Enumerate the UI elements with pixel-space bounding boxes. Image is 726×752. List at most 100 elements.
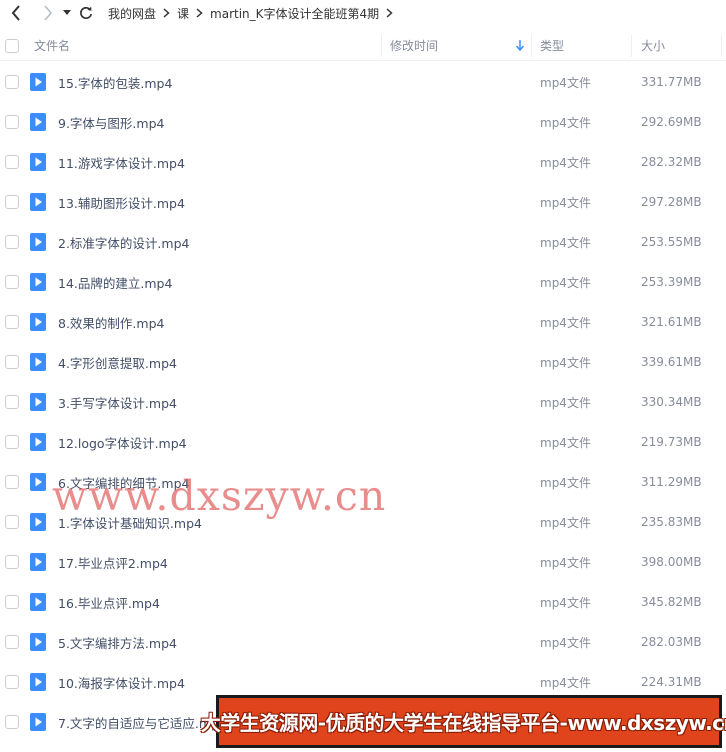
file-type: mp4文件	[540, 675, 591, 690]
chevron-right-icon[interactable]	[386, 8, 393, 18]
video-file-icon	[30, 233, 46, 251]
breadcrumb-item-course[interactable]: 课	[177, 5, 189, 22]
video-file-icon	[30, 473, 46, 491]
column-size-header[interactable]: 大小	[641, 37, 665, 54]
breadcrumb-item-current-folder[interactable]: martin_K字体设计全能班第4期	[210, 5, 379, 22]
file-name[interactable]: 16.毕业点评.mp4	[58, 593, 160, 612]
file-type: mp4文件	[540, 75, 591, 90]
file-checkbox[interactable]	[5, 715, 19, 729]
file-name[interactable]: 11.游戏字体设计.mp4	[58, 153, 185, 172]
video-file-icon	[30, 393, 46, 411]
back-button[interactable]	[6, 3, 26, 23]
file-checkbox[interactable]	[5, 395, 19, 409]
video-file-icon	[30, 313, 46, 331]
toolbar: 我的网盘 课 martin_K字体设计全能班第4期	[0, 0, 726, 26]
file-checkbox[interactable]	[5, 355, 19, 369]
column-divider[interactable]	[531, 35, 532, 57]
file-name[interactable]: 15.字体的包装.mp4	[58, 73, 172, 92]
file-type: mp4文件	[540, 355, 591, 370]
file-name[interactable]: 10.海报字体设计.mp4	[58, 673, 185, 692]
video-file-icon	[30, 513, 46, 531]
file-row[interactable]: 1.字体设计基础知识.mp4 mp4文件 235.83MB	[0, 502, 726, 542]
file-checkbox[interactable]	[5, 595, 19, 609]
file-name[interactable]: 2.标准字体的设计.mp4	[58, 233, 189, 252]
column-type-header[interactable]: 类型	[540, 37, 564, 54]
file-name[interactable]: 5.文字编排方法.mp4	[58, 633, 177, 652]
file-row[interactable]: 14.品牌的建立.mp4 mp4文件 253.39MB	[0, 262, 726, 302]
file-name[interactable]: 6.文字编排的细节.mp4	[58, 473, 189, 492]
refresh-button[interactable]	[76, 3, 96, 23]
file-checkbox[interactable]	[5, 555, 19, 569]
file-checkbox[interactable]	[5, 155, 19, 169]
file-row[interactable]: 13.辅助图形设计.mp4 mp4文件 297.28MB	[0, 182, 726, 222]
breadcrumb-item-my-drive[interactable]: 我的网盘	[108, 5, 156, 22]
video-file-icon	[30, 553, 46, 571]
file-type: mp4文件	[540, 315, 591, 330]
file-row[interactable]: 3.手写字体设计.mp4 mp4文件 330.34MB	[0, 382, 726, 422]
file-type: mp4文件	[540, 515, 591, 530]
video-file-icon	[30, 673, 46, 691]
sort-down-icon[interactable]	[516, 40, 524, 51]
file-checkbox[interactable]	[5, 515, 19, 529]
history-dropdown-button[interactable]	[60, 3, 74, 23]
video-file-icon	[30, 353, 46, 371]
file-name[interactable]: 12.logo字体设计.mp4	[58, 433, 187, 452]
file-name[interactable]: 17.毕业点评2.mp4	[58, 553, 168, 572]
file-checkbox[interactable]	[5, 475, 19, 489]
chevron-right-icon	[163, 8, 170, 18]
file-checkbox[interactable]	[5, 195, 19, 209]
file-row[interactable]: 8.效果的制作.mp4 mp4文件 321.61MB	[0, 302, 726, 342]
file-row[interactable]: 17.毕业点评2.mp4 mp4文件 398.00MB	[0, 542, 726, 582]
file-row[interactable]: 6.文字编排的细节.mp4 mp4文件 311.29MB	[0, 462, 726, 502]
file-name[interactable]: 13.辅助图形设计.mp4	[58, 193, 185, 212]
forward-button[interactable]	[38, 3, 58, 23]
file-type: mp4文件	[540, 635, 591, 650]
file-row[interactable]: 11.游戏字体设计.mp4 mp4文件 282.32MB	[0, 142, 726, 182]
file-size: 224.31MB	[641, 675, 702, 689]
file-row[interactable]: 12.logo字体设计.mp4 mp4文件 219.73MB	[0, 422, 726, 462]
file-row[interactable]: 9.字体与图形.mp4 mp4文件 292.69MB	[0, 102, 726, 142]
file-row[interactable]: 2.标准字体的设计.mp4 mp4文件 253.55MB	[0, 222, 726, 262]
file-size: 311.29MB	[641, 475, 702, 489]
file-checkbox[interactable]	[5, 275, 19, 289]
file-checkbox[interactable]	[5, 235, 19, 249]
file-row[interactable]: 15.字体的包装.mp4 mp4文件 331.77MB	[0, 62, 726, 102]
video-file-icon	[30, 273, 46, 291]
file-checkbox[interactable]	[5, 435, 19, 449]
file-checkbox[interactable]	[5, 115, 19, 129]
file-size: 282.03MB	[641, 635, 702, 649]
file-checkbox[interactable]	[5, 75, 19, 89]
file-name[interactable]: 1.字体设计基础知识.mp4	[58, 513, 202, 532]
file-name[interactable]: 4.字形创意提取.mp4	[58, 353, 177, 372]
file-name[interactable]: 14.品牌的建立.mp4	[58, 273, 172, 292]
video-file-icon	[30, 193, 46, 211]
promo-banner: 大学生资源网-优质的大学生在线指导平台-www.dxszyw.cn	[201, 695, 726, 748]
file-name[interactable]: 3.手写字体设计.mp4	[58, 393, 177, 412]
column-modified-header[interactable]: 修改时间	[390, 37, 438, 54]
file-checkbox[interactable]	[5, 675, 19, 689]
select-all-checkbox[interactable]	[5, 39, 19, 53]
file-checkbox[interactable]	[5, 635, 19, 649]
file-type: mp4文件	[540, 435, 591, 450]
column-divider[interactable]	[721, 35, 722, 57]
file-checkbox[interactable]	[5, 315, 19, 329]
video-file-icon	[30, 433, 46, 451]
video-file-icon	[30, 153, 46, 171]
file-size: 219.73MB	[641, 435, 702, 449]
file-type: mp4文件	[540, 195, 591, 210]
file-type: mp4文件	[540, 555, 591, 570]
file-row[interactable]: 4.字形创意提取.mp4 mp4文件 339.61MB	[0, 342, 726, 382]
column-divider[interactable]	[381, 35, 382, 57]
column-divider[interactable]	[631, 35, 632, 57]
file-list: 15.字体的包装.mp4 mp4文件 331.77MB 9.字体与图形.mp4 mp4文…	[0, 62, 726, 742]
video-file-icon	[30, 593, 46, 611]
file-row[interactable]: 16.毕业点评.mp4 mp4文件 345.82MB	[0, 582, 726, 622]
file-row[interactable]: 5.文字编排方法.mp4 mp4文件 282.03MB	[0, 622, 726, 662]
file-name[interactable]: 9.字体与图形.mp4	[58, 113, 164, 132]
column-name-header[interactable]: 文件名	[34, 37, 70, 54]
forward-icon	[44, 5, 53, 21]
file-name[interactable]: 8.效果的制作.mp4	[58, 313, 164, 332]
file-type: mp4文件	[540, 115, 591, 130]
chevron-right-icon	[196, 8, 203, 18]
file-size: 292.69MB	[641, 115, 702, 129]
